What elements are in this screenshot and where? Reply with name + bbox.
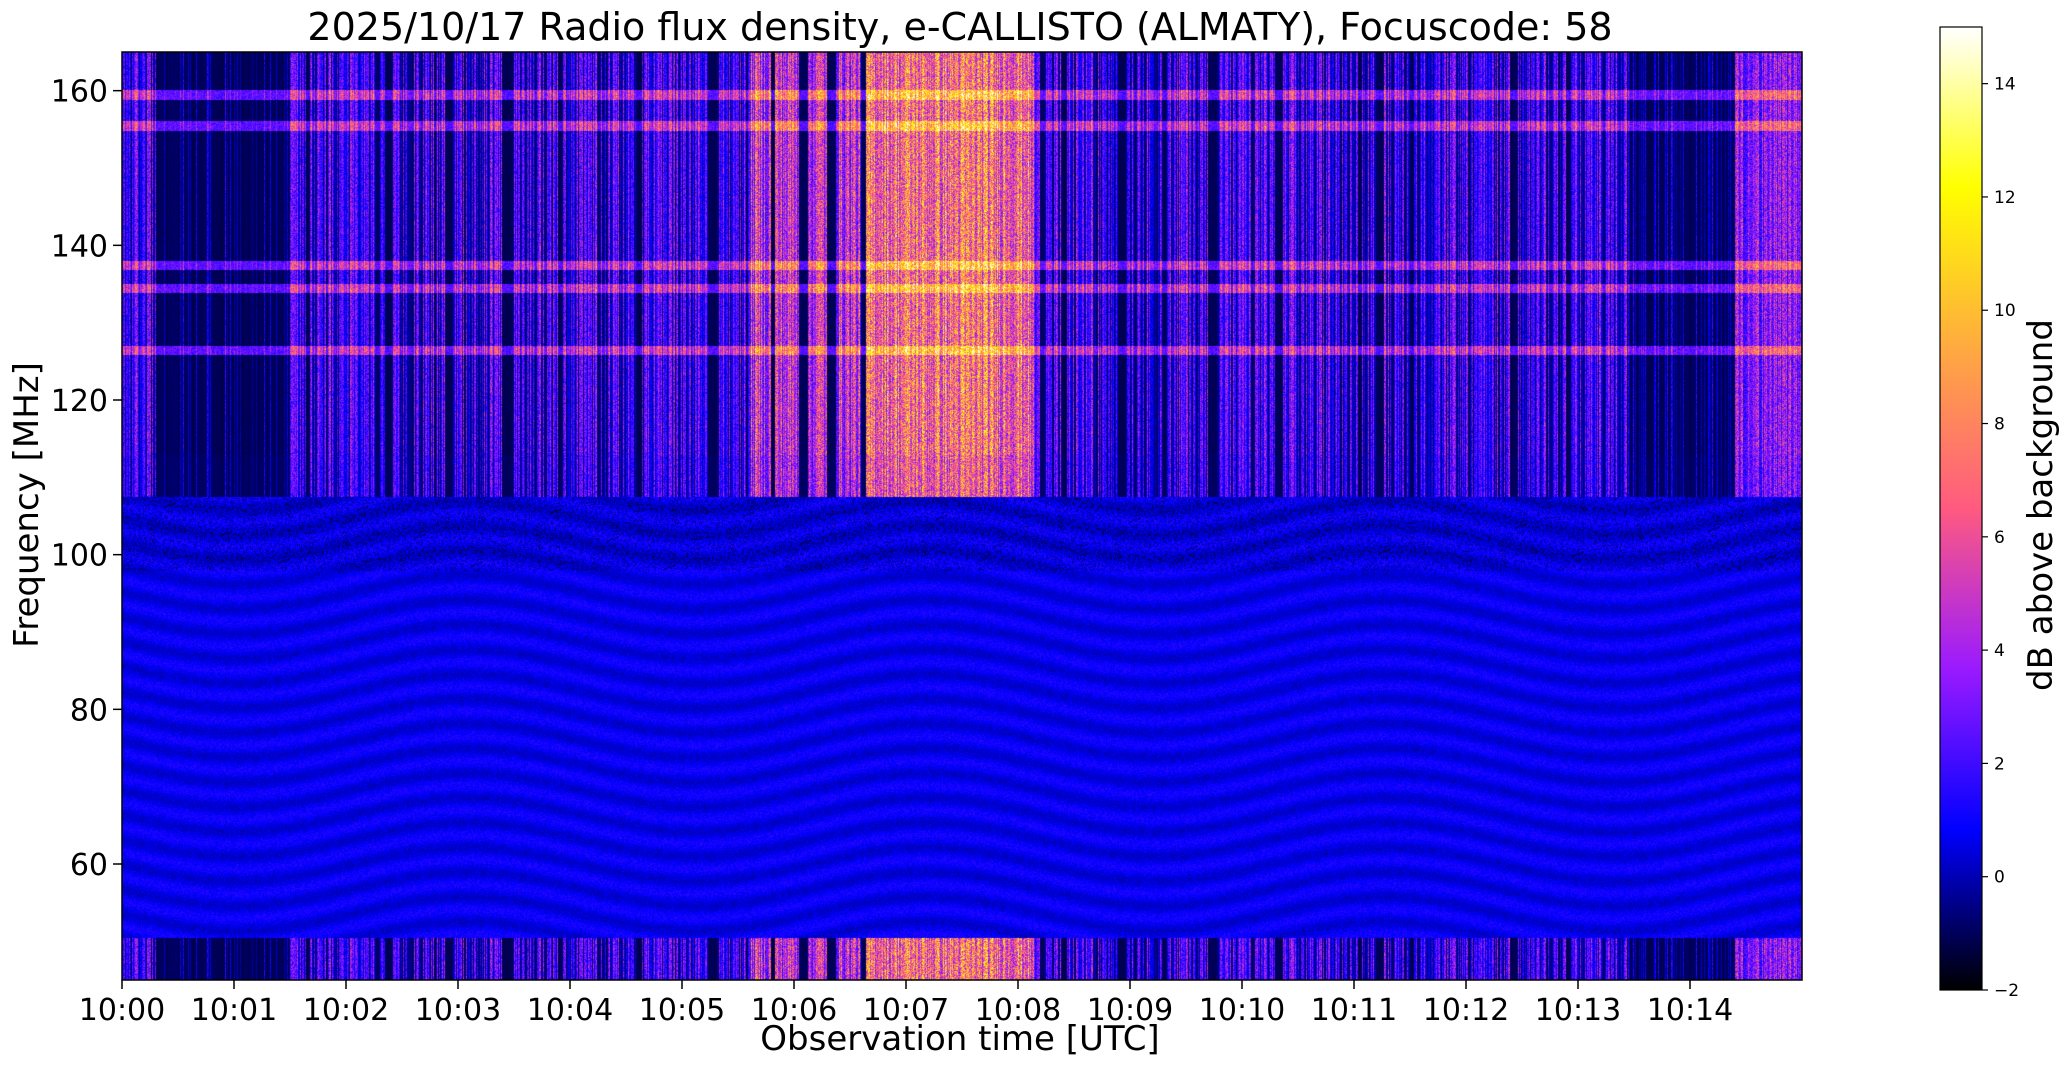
y-tick-label: 80: [70, 693, 108, 728]
x-tick-label: 10:05: [639, 993, 725, 1028]
colorbar-tick-label: 6: [1994, 528, 2005, 548]
spectrogram-image: [122, 52, 1802, 980]
y-axis-ticks: 60 80 100 120 140 160: [51, 75, 122, 883]
x-tick-label: 10:12: [1423, 993, 1509, 1028]
x-tick-label: 10:00: [79, 993, 165, 1028]
x-tick-label: 10:11: [1311, 993, 1397, 1028]
colorbar-tick-label: 2: [1994, 754, 2005, 774]
chart-title: 2025/10/17 Radio flux density, e-CALLIST…: [307, 5, 1612, 49]
colorbar-tick-label: −2: [1994, 981, 2019, 1001]
y-axis-label: Frequency [MHz]: [7, 362, 47, 648]
y-tick-label: 100: [51, 539, 108, 574]
y-tick-label: 160: [51, 75, 108, 110]
colorbar-tick-label: 8: [1994, 415, 2005, 435]
colorbar-tick-label: 0: [1994, 868, 2005, 888]
colorbar-tick-label: 14: [1994, 75, 2016, 95]
x-tick-label: 10:01: [191, 993, 277, 1028]
x-tick-label: 10:14: [1647, 993, 1733, 1028]
figure-svg: 2025/10/17 Radio flux density, e-CALLIST…: [7, 5, 2061, 1059]
spectrogram-figure: 2025/10/17 Radio flux density, e-CALLIST…: [0, 0, 2066, 1067]
x-axis-label: Observation time [UTC]: [760, 1019, 1159, 1059]
spectrogram-plot: [121, 51, 1803, 981]
x-tick-label: 10:04: [527, 993, 613, 1028]
colorbar-tick-label: 4: [1994, 641, 2005, 661]
colorbar: −2 0 2 4 6 8 10 12 14: [1939, 26, 2019, 1001]
y-tick-label: 60: [70, 848, 108, 883]
colorbar-gradient: [1939, 26, 1983, 991]
x-tick-label: 10:02: [303, 993, 389, 1028]
x-tick-label: 10:10: [1199, 993, 1285, 1028]
x-tick-label: 10:13: [1535, 993, 1621, 1028]
x-tick-label: 10:03: [415, 993, 501, 1028]
y-tick-label: 120: [51, 384, 108, 419]
colorbar-tick-label: 10: [1994, 301, 2016, 321]
y-tick-label: 140: [51, 229, 108, 264]
colorbar-tick-label: 12: [1994, 188, 2016, 208]
colorbar-label: dB above background: [2021, 319, 2061, 691]
